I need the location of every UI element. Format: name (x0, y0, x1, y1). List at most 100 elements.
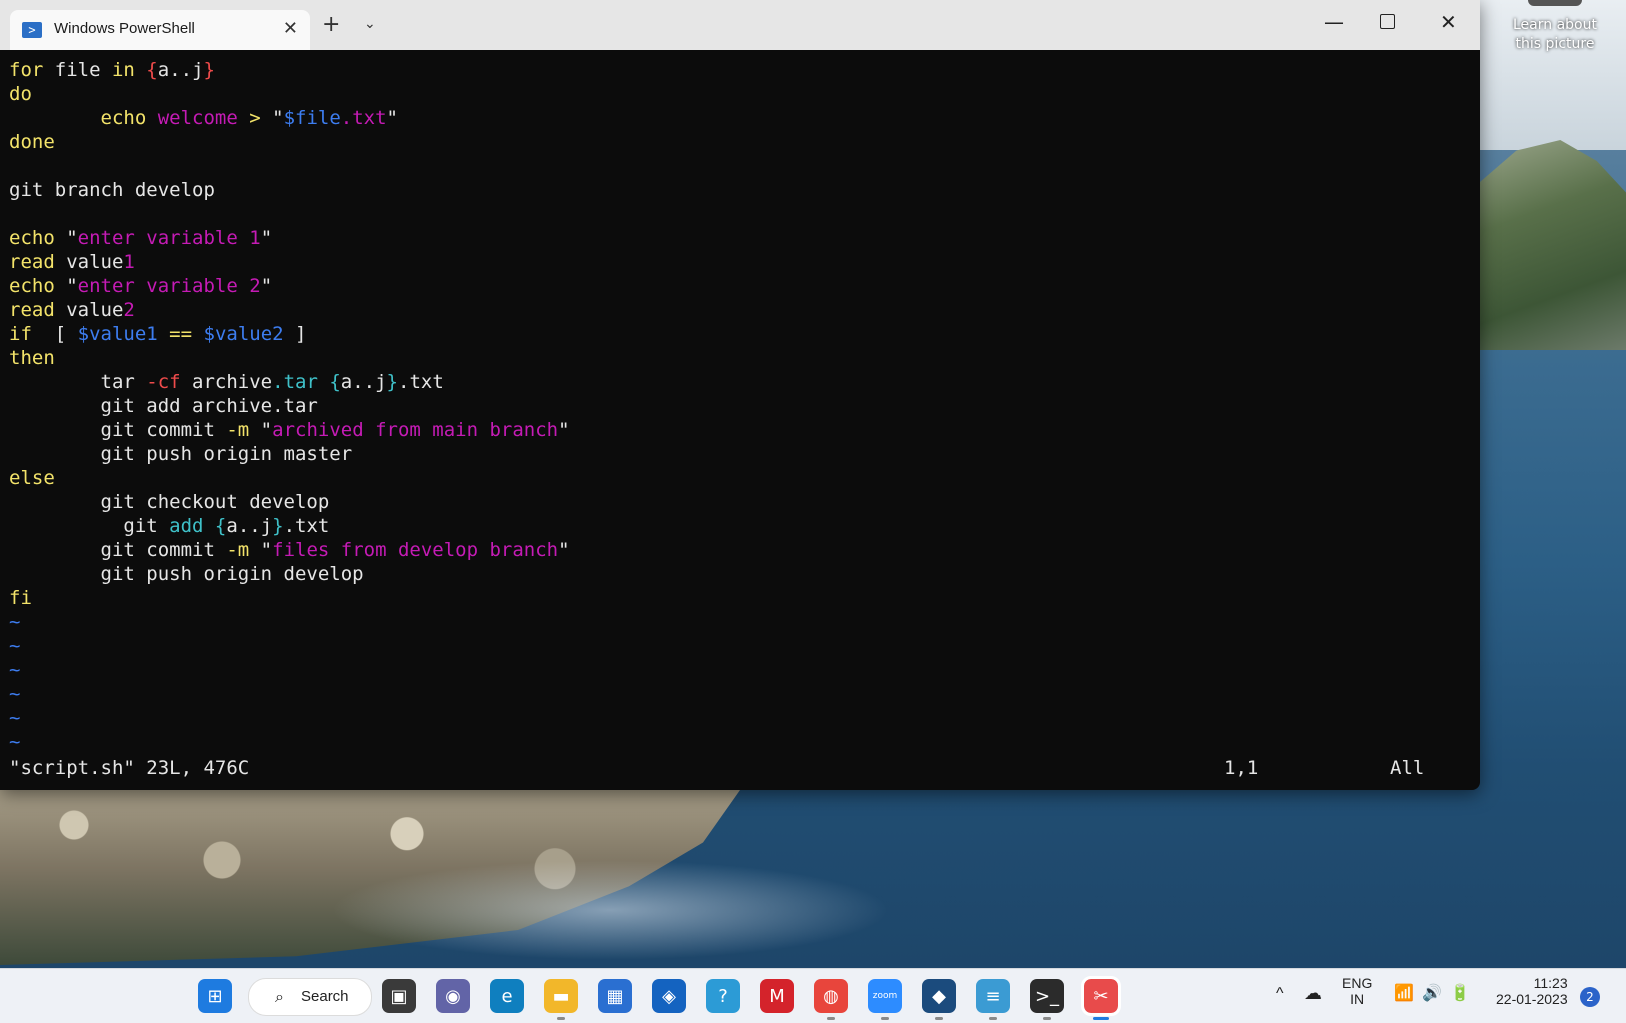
language-region: IN (1350, 991, 1365, 1007)
code-token: .txt (340, 107, 387, 129)
code-token: " (66, 275, 78, 297)
file-explorer-icon[interactable]: ▬ (544, 979, 578, 1013)
editor-line: else (9, 466, 570, 490)
terminal-window[interactable]: > Windows PowerShell ✕ + ⌄ — ✕ for file … (0, 0, 1480, 790)
editor-line: done (9, 130, 570, 154)
tab-close-icon[interactable]: ✕ (283, 18, 298, 39)
running-indicator (989, 1017, 997, 1020)
code-token: .txt (283, 515, 330, 537)
terminal-icon[interactable]: >_ (1030, 979, 1064, 1013)
editor-line: ~ (9, 730, 570, 754)
teams-chat-icon[interactable]: ◉ (436, 979, 470, 1013)
status-scroll-position: All (1390, 757, 1425, 779)
code-token: -cf (146, 371, 193, 393)
desktop-sea-glare (330, 860, 890, 960)
notepad-icon[interactable]: ≡ (976, 979, 1010, 1013)
editor-line: fi (9, 586, 570, 610)
battery-icon[interactable]: 🔋 (1450, 983, 1470, 1003)
code-token: archived from main branch (272, 419, 559, 441)
wifi-icon[interactable]: 📶 (1394, 983, 1414, 1003)
mcafee-icon[interactable]: M (760, 979, 794, 1013)
code-token: " (558, 419, 570, 441)
virtualbox-icon[interactable]: ◆ (922, 979, 956, 1013)
onedrive-cloud-icon[interactable]: ☁ (1304, 983, 1322, 1004)
language-indicator[interactable]: ENG IN (1342, 975, 1372, 1007)
learn-about-picture-tab[interactable] (1528, 0, 1582, 6)
code-token: " (260, 275, 273, 297)
code-token: " (260, 227, 273, 249)
volume-icon[interactable]: 🔊 (1422, 983, 1442, 1003)
editor-line: then (9, 346, 570, 370)
editor-line: git commit -m "files from develop branch… (9, 538, 570, 562)
code-token: git commit (9, 419, 227, 441)
code-token: -m (226, 419, 261, 441)
editor-line: git add archive.tar (9, 394, 570, 418)
editor-line: ~ (9, 682, 570, 706)
editor-line: echo welcome > "$file.txt" (9, 106, 570, 130)
code-token: git (9, 515, 170, 537)
learn-about-picture[interactable]: Learn about this picture (1505, 16, 1605, 54)
editor-line: echo "enter variable 1" (9, 226, 570, 250)
code-token: a..j (226, 515, 273, 537)
status-file-info: "script.sh" 23L, 476C (9, 757, 250, 779)
code-token: welcome (157, 107, 250, 129)
code-token: " (260, 419, 273, 441)
maximize-icon (1380, 14, 1395, 29)
editor-line: ~ (9, 706, 570, 730)
code-token: git commit (9, 539, 227, 561)
code-token: git add archive.tar (9, 395, 318, 417)
code-token: if (9, 323, 55, 345)
maximize-button[interactable] (1380, 10, 1395, 34)
code-token: in (111, 59, 147, 81)
code-token: do (9, 83, 32, 105)
zoom-icon[interactable]: zoom (868, 979, 902, 1013)
tab-dropdown-icon[interactable]: ⌄ (364, 16, 376, 32)
edge-icon[interactable]: e (490, 979, 524, 1013)
editor-line: git add {a..j}.txt (9, 514, 570, 538)
code-token: tar (9, 371, 147, 393)
taskbar-search[interactable]: ⌕ Search (248, 978, 372, 1016)
code-token: { (329, 371, 341, 393)
search-label: Search (301, 988, 349, 1005)
desktop-cliff (1480, 140, 1626, 350)
title-bar[interactable]: > Windows PowerShell ✕ + ⌄ — ✕ (0, 0, 1480, 50)
code-token: for (9, 59, 55, 81)
snipping-tool-icon[interactable]: ✂ (1081, 976, 1121, 1016)
vpn-icon[interactable]: ◈ (652, 979, 686, 1013)
clock[interactable]: 11:23 22-01-2023 (1496, 975, 1568, 1007)
editor-line: git commit -m "archived from main branch… (9, 418, 570, 442)
vim-editor-buffer[interactable]: for file in {a..j} do echo welcome > "$fi… (9, 58, 570, 754)
editor-line: read value1 (9, 250, 570, 274)
get-help-icon[interactable]: ? (706, 979, 740, 1013)
language-code: ENG (1342, 975, 1373, 991)
running-indicator (881, 1017, 889, 1020)
minimize-button[interactable]: — (1324, 10, 1344, 34)
microsoft-store-icon[interactable]: ▦ (598, 979, 632, 1013)
code-token: .txt (398, 371, 444, 393)
code-token: } (203, 59, 215, 81)
code-token: " (260, 539, 273, 561)
editor-line: tar -cf archive.tar {a..j}.txt (9, 370, 570, 394)
code-token: ~ (9, 683, 21, 705)
status-cursor-position: 1,1 (1224, 757, 1259, 779)
code-token: ~ (9, 611, 21, 633)
code-token: then (9, 347, 55, 369)
windows-start-icon[interactable]: ⊞ (198, 979, 232, 1013)
notification-badge[interactable]: 2 (1580, 987, 1600, 1007)
editor-line: git branch develop (9, 178, 570, 202)
show-hidden-icons-chevron[interactable]: ^ (1276, 985, 1284, 1003)
editor-line: git push origin master (9, 442, 570, 466)
code-token: $value1 (77, 323, 158, 345)
clock-time: 11:23 (1533, 975, 1568, 991)
task-view-icon[interactable]: ▣ (382, 979, 416, 1013)
running-indicator (557, 1017, 565, 1020)
close-window-button[interactable]: ✕ (1440, 10, 1457, 34)
editor-line: git push origin develop (9, 562, 570, 586)
taskbar: ⊞ ▣ ◉ e ▬ ▦ ◈? M ◍ zoom ◆ ≡ >_ ✂ ⌕ Search ^ ☁ ENG IN … (0, 968, 1626, 1023)
tab-title: Windows PowerShell (54, 20, 195, 37)
code-token: echo (9, 275, 67, 297)
new-tab-button[interactable]: + (322, 14, 340, 36)
chrome-icon[interactable]: ◍ (814, 979, 848, 1013)
tab-windows-powershell[interactable]: > Windows PowerShell ✕ (10, 10, 310, 50)
